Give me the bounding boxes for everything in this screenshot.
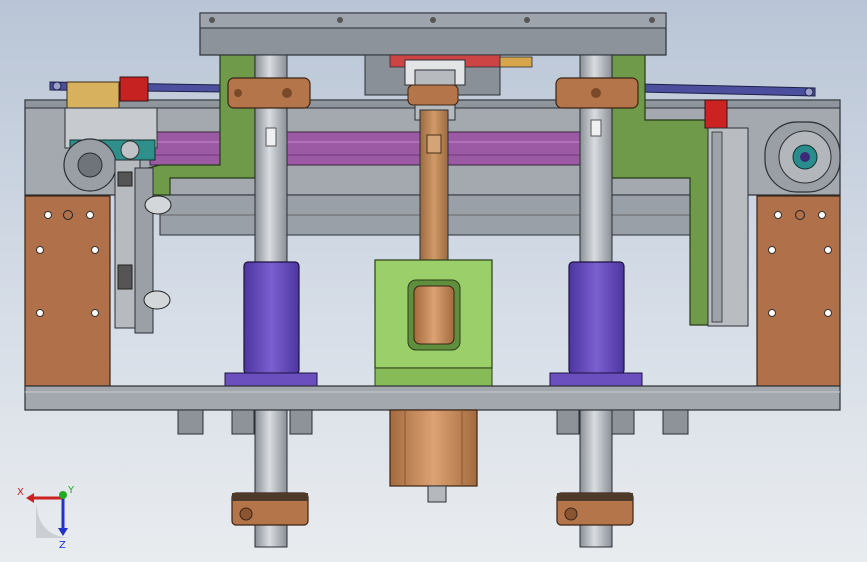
shaft-collar-bottom-right [556,492,634,526]
blue-linkage-right [639,83,816,97]
z-axis-label: Z [59,540,66,551]
x-axis-label: X [17,487,24,498]
pulley-left [63,138,117,192]
pulley-right [764,121,841,193]
center-mount-block [374,259,493,389]
x-axis-head [26,493,34,503]
top-plate [199,12,667,56]
cad-assembly-view [24,12,841,548]
shaft-collar-bottom-left [231,492,309,526]
air-cylinder-bottom [389,409,478,503]
shaft-collar-top-left [227,77,311,109]
z-axis-head [58,528,68,536]
center-piston-rod [419,109,449,263]
linear-bearing-right [549,261,643,388]
shaft-collar-top-center [407,84,459,106]
base-plate [24,385,841,411]
triad-svg: X Y Z [17,485,75,551]
orientation-triad: X Y Z [8,478,88,558]
linear-bearing-left [224,261,318,388]
y-axis-label: Y [67,485,75,496]
y-axis-dot [59,491,67,499]
right-guide-column [704,99,749,327]
side-plate-left [24,195,111,387]
side-plate-right [756,195,841,387]
shaft-collar-top-right [555,77,639,109]
